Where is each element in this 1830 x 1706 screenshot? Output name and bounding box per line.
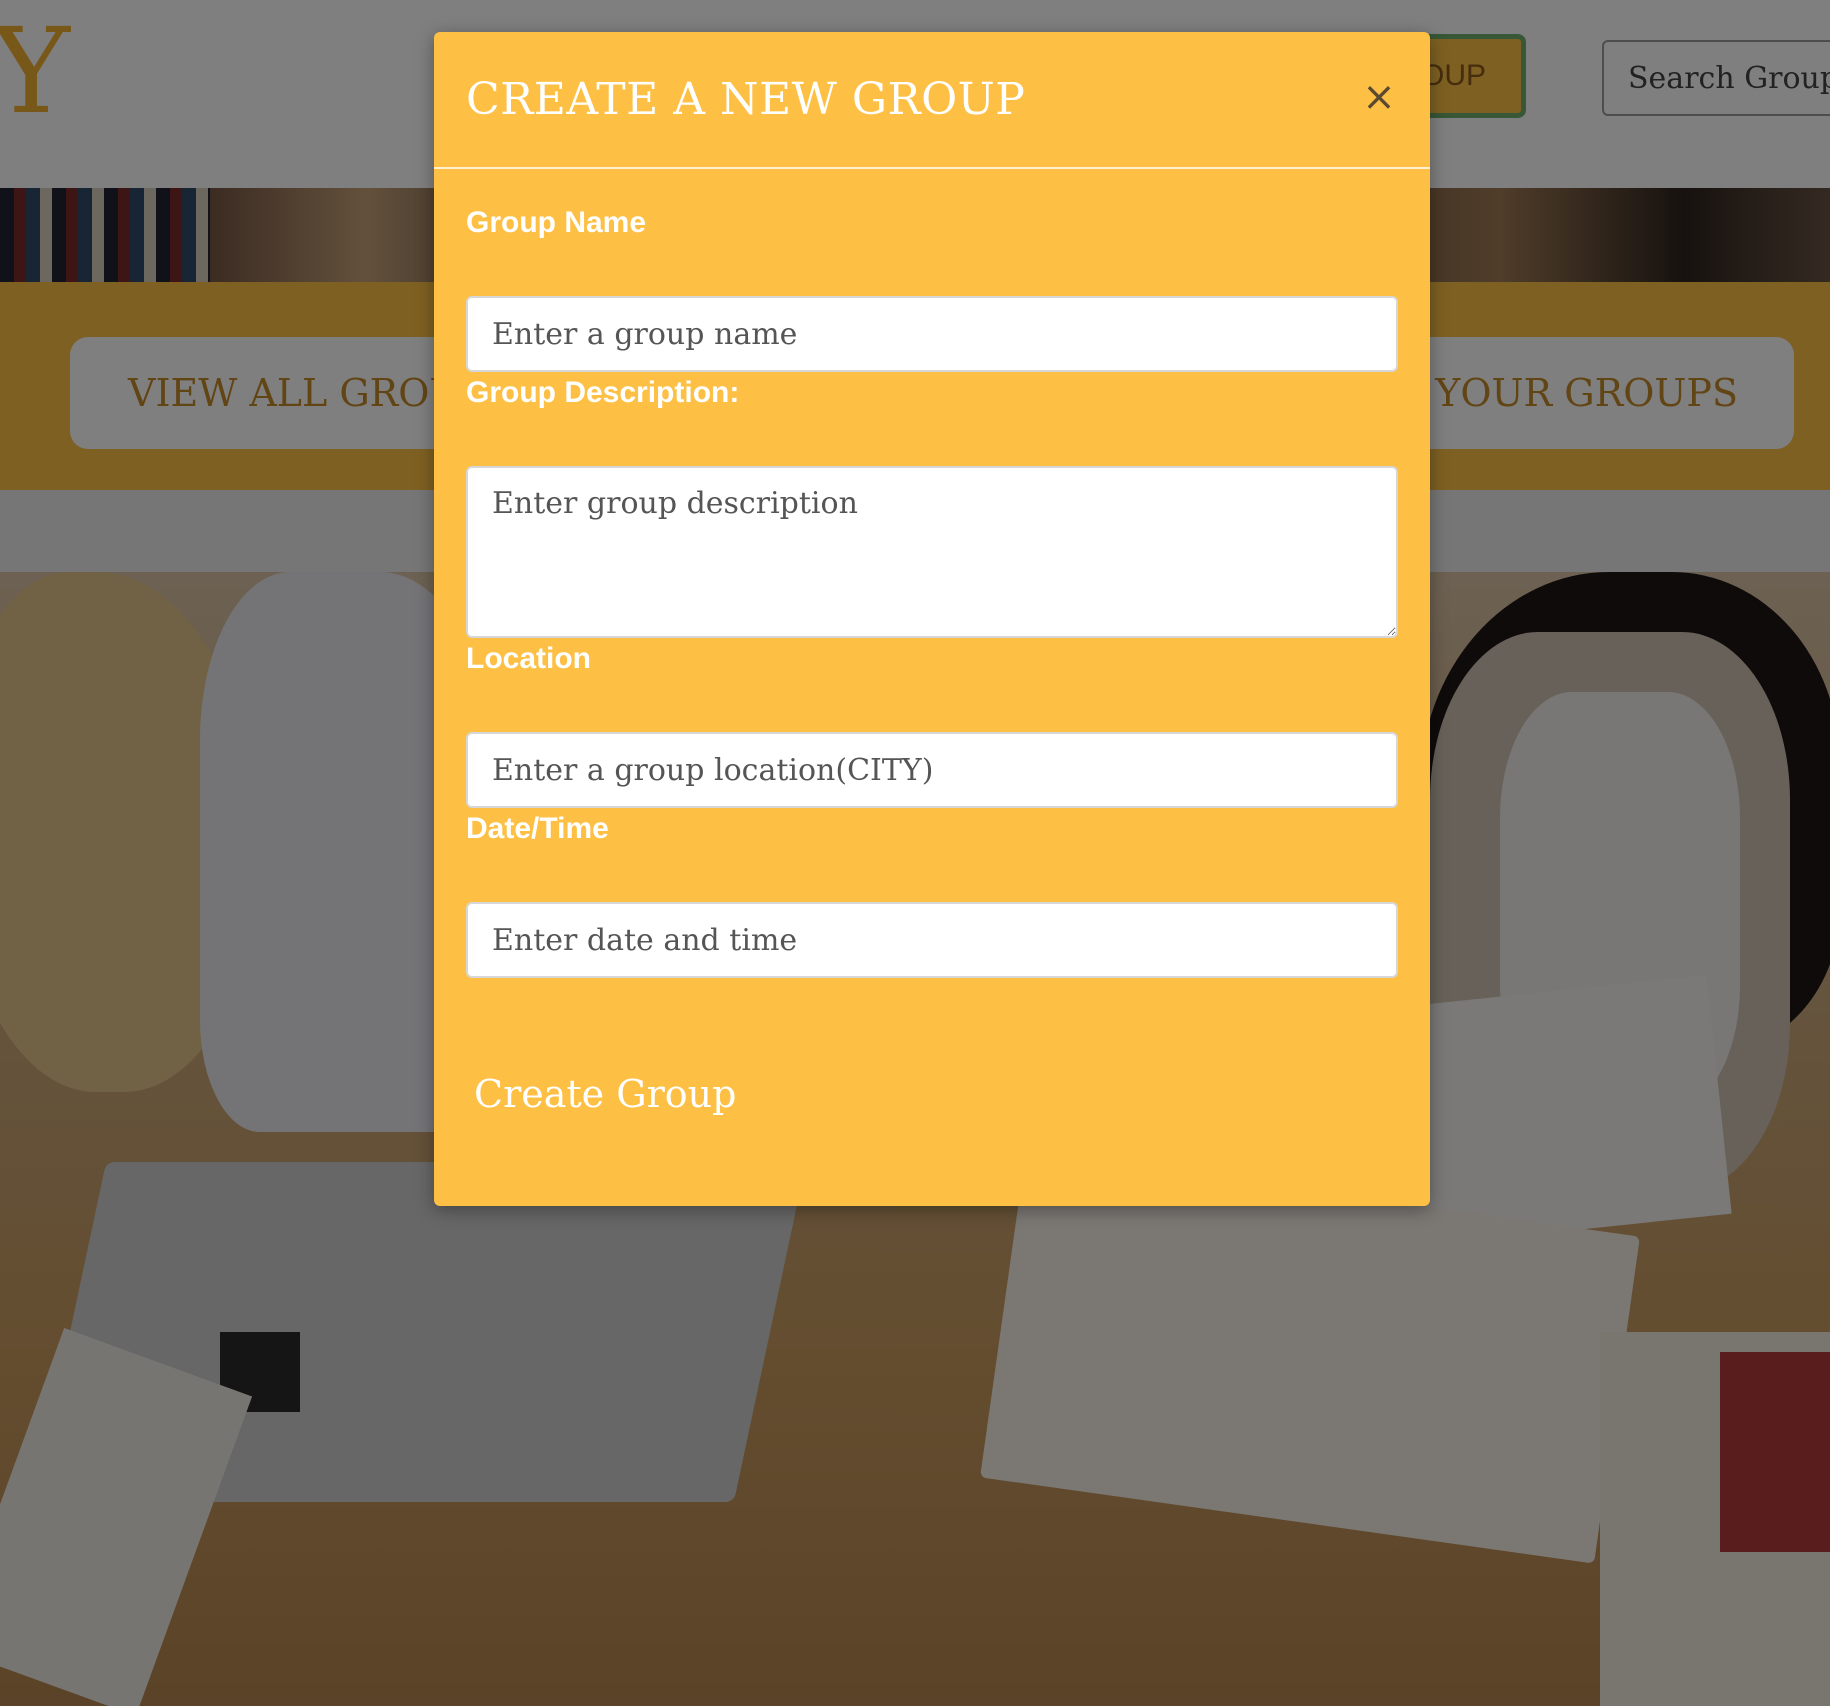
group-description-textarea[interactable] — [466, 466, 1398, 638]
group-description-label: Group Description: — [466, 376, 740, 409]
location-label: Location — [466, 642, 591, 675]
create-group-modal: CREATE A NEW GROUP × Group Name Group De… — [434, 32, 1430, 1206]
date-time-input[interactable] — [466, 902, 1398, 978]
modal-header: CREATE A NEW GROUP × — [434, 32, 1430, 169]
create-group-button[interactable]: Create Group — [470, 1072, 740, 1116]
close-icon[interactable]: × — [1354, 72, 1404, 122]
group-name-label: Group Name — [466, 206, 647, 239]
date-time-label: Date/Time — [466, 812, 609, 845]
location-input[interactable] — [466, 732, 1398, 808]
group-name-input[interactable] — [466, 296, 1398, 372]
modal-title: CREATE A NEW GROUP — [466, 74, 1026, 125]
